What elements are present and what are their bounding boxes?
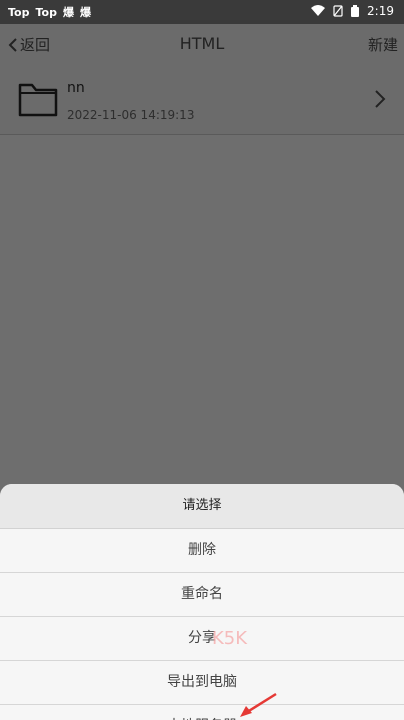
status-left: Top Top 爆 爆: [8, 4, 91, 20]
local-server-option[interactable]: 本地服务器: [0, 705, 404, 720]
status-label-3: 爆: [62, 6, 74, 19]
app-bar: 返回 HTML 新建: [0, 24, 404, 64]
chevron-right-icon: [375, 90, 386, 108]
share-option[interactable]: 分享: [0, 617, 404, 661]
export-to-pc-option[interactable]: 导出到电脑: [0, 661, 404, 705]
wifi-icon: [311, 5, 326, 16]
watermark-logo: K5K: [212, 628, 248, 649]
status-label-2: Top: [35, 5, 57, 19]
battery-icon: [351, 5, 360, 17]
arrow-annotation-icon: [240, 692, 277, 717]
page-title: HTML: [179, 34, 225, 53]
file-name: nn: [67, 80, 85, 96]
rename-option[interactable]: 重命名: [0, 573, 404, 617]
delete-option[interactable]: 删除: [0, 529, 404, 573]
list-item[interactable]: nn 2022-11-06 14:19:13: [0, 64, 404, 135]
action-sheet: 请选择 删除 重命名 分享 导出到电脑 本地服务器: [0, 484, 404, 720]
new-button[interactable]: 新建: [368, 34, 398, 55]
status-label-1: Top: [8, 5, 30, 19]
status-bar: Top Top 爆 爆 2:19: [0, 0, 404, 24]
status-right: 2:19: [311, 4, 394, 18]
sheet-title: 请选择: [0, 484, 404, 529]
status-label-4: 爆: [79, 6, 91, 19]
file-date: 2022-11-06 14:19:13: [67, 108, 195, 122]
status-time: 2:19: [367, 4, 394, 18]
no-sim-icon: [333, 5, 343, 17]
folder-icon: [18, 83, 58, 117]
